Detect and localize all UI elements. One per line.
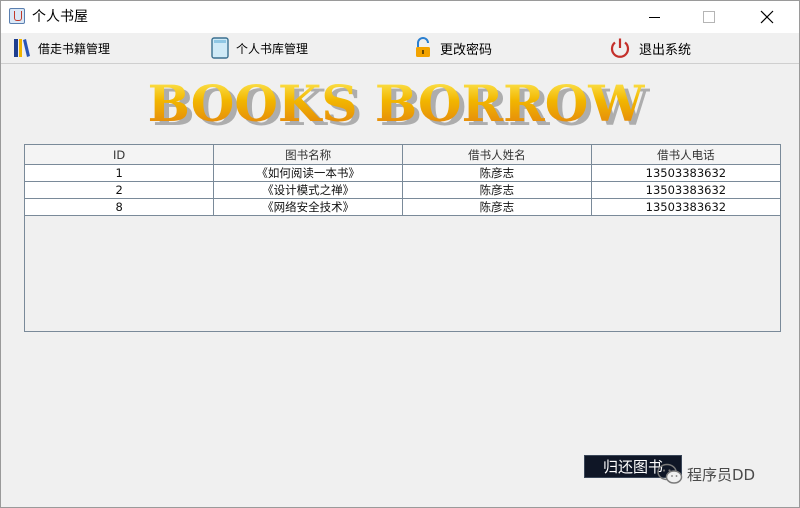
column-header-borrower-phone[interactable]: 借书人电话 (591, 145, 780, 165)
table-row[interactable]: 2 《设计模式之禅》 陈彦志 13503383632 (25, 181, 780, 199)
close-button[interactable] (744, 1, 790, 33)
cell-borrower-phone: 13503383632 (591, 164, 780, 182)
table-row[interactable]: 8 《网络安全技术》 陈彦志 13503383632 (25, 198, 780, 216)
java-app-icon (9, 8, 25, 24)
maximize-icon (703, 11, 715, 23)
cell-book-name: 《如何阅读一本书》 (213, 164, 403, 182)
table-header-row: ID 图书名称 借书人姓名 借书人电话 (25, 145, 780, 165)
column-header-borrower-name[interactable]: 借书人姓名 (402, 145, 592, 165)
minimize-icon (648, 16, 660, 18)
table-row[interactable]: 1 《如何阅读一本书》 陈彦志 13503383632 (25, 164, 780, 182)
cell-borrower-name: 陈彦志 (402, 198, 592, 216)
watermark-text: 程序员DD (687, 465, 756, 484)
window-title: 个人书屋 (32, 9, 88, 25)
menu-borrow-label: 借走书籍管理 (38, 41, 111, 56)
cell-id: 8 (25, 198, 215, 216)
wechat-icon (657, 463, 683, 484)
cell-borrower-phone: 13503383632 (591, 198, 780, 216)
cell-book-name: 《网络安全技术》 (213, 198, 403, 216)
cell-borrower-phone: 13503383632 (591, 181, 780, 199)
lock-icon (416, 37, 430, 57)
maximize-button[interactable] (686, 1, 732, 33)
books-icon (14, 39, 30, 57)
menu-exit-label: 退出系统 (639, 42, 692, 58)
minimize-button[interactable] (631, 1, 677, 33)
menu-library-management[interactable]: 个人书库管理 (210, 33, 308, 63)
cell-id: 2 (25, 181, 215, 199)
app-window: 个人书屋 借走书籍管理 个人书库管理 更改密码 退出系统 BOOKS BORRO… (0, 0, 800, 508)
watermark: 程序员DD (657, 463, 755, 485)
cell-book-name: 《设计模式之禅》 (213, 181, 403, 199)
menu-borrow-management[interactable]: 借走书籍管理 (12, 33, 110, 63)
cell-id: 1 (25, 164, 215, 182)
borrowed-books-table[interactable]: ID 图书名称 借书人姓名 借书人电话 1 《如何阅读一本书》 陈彦志 1350… (24, 144, 781, 332)
menu-password-label: 更改密码 (440, 42, 493, 58)
column-header-id[interactable]: ID (25, 145, 215, 165)
menu-bar: 借走书籍管理 个人书库管理 更改密码 退出系统 (1, 33, 799, 64)
book-icon (211, 37, 229, 59)
power-icon (610, 38, 630, 58)
cell-borrower-name: 陈彦志 (402, 164, 592, 182)
menu-change-password[interactable]: 更改密码 (414, 33, 492, 63)
menu-exit-system[interactable]: 退出系统 (609, 33, 691, 63)
title-bar[interactable]: 个人书屋 (1, 1, 799, 33)
close-icon (760, 10, 774, 24)
banner-text: BOOKS BORROW (148, 74, 646, 133)
cell-borrower-name: 陈彦志 (402, 181, 592, 199)
column-header-book-name[interactable]: 图书名称 (213, 145, 403, 165)
menu-library-label: 个人书库管理 (236, 41, 309, 56)
books-borrow-banner: BOOKS BORROW BOOKS BORROW (148, 74, 651, 135)
